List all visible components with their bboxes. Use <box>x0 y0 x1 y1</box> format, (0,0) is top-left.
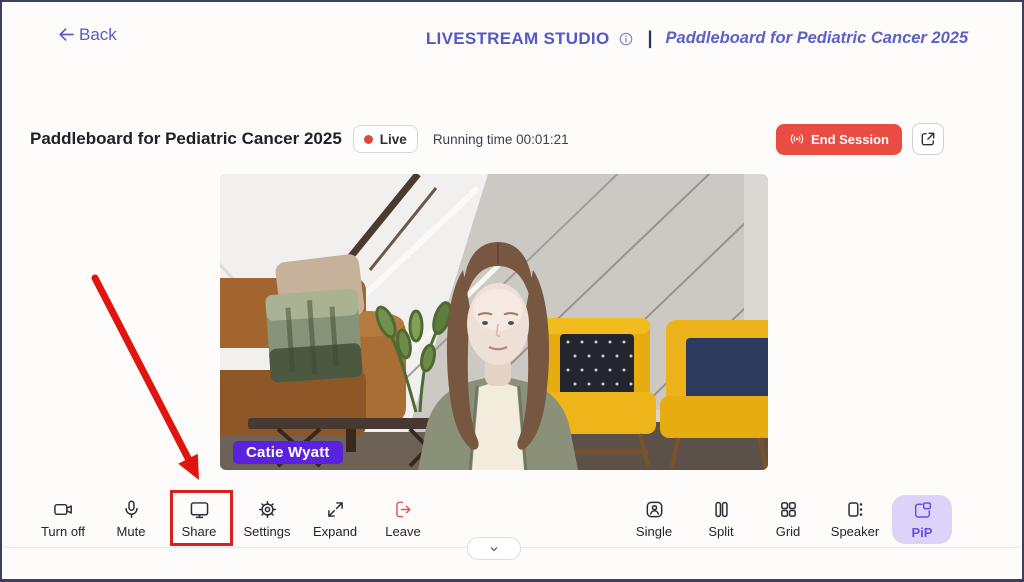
pip-layout-icon <box>912 500 933 521</box>
back-label: Back <box>79 25 117 45</box>
session-title: Paddleboard for Pediatric Cancer 2025 <box>30 129 342 149</box>
chevron-down-icon <box>487 542 501 556</box>
header-title-group: LIVESTREAM STUDIO | Paddleboard for Pedi… <box>392 28 1002 49</box>
split-layout-icon <box>711 499 732 520</box>
collapse-toolbar-button[interactable] <box>467 537 521 560</box>
event-title: Paddleboard for Pediatric Cancer 2025 <box>666 29 969 48</box>
live-dot-icon <box>364 135 373 144</box>
webcam-video-scene <box>220 174 768 470</box>
toolbar-item-label: Turn off <box>41 524 85 539</box>
expand-button[interactable]: Expand <box>304 495 366 539</box>
title-separator: | <box>643 28 656 49</box>
participant-name-tag: Catie Wyatt <box>233 441 343 464</box>
toolbar-item-label: Leave <box>385 524 420 539</box>
external-link-icon <box>919 130 937 148</box>
toolbar-right-group: Single Split Grid Sp <box>624 495 952 544</box>
turn-off-camera-button[interactable]: Turn off <box>32 495 94 539</box>
leave-button[interactable]: Leave <box>372 495 434 539</box>
layout-split-button[interactable]: Split <box>691 495 751 539</box>
microphone-icon <box>121 499 142 520</box>
end-session-button[interactable]: End Session <box>776 124 902 155</box>
screen-share-icon <box>189 499 210 520</box>
layout-single-button[interactable]: Single <box>624 495 684 539</box>
expand-icon <box>325 499 346 520</box>
layout-speaker-button[interactable]: Speaker <box>825 495 885 539</box>
live-label: Live <box>380 132 407 147</box>
toolbar-item-label: Speaker <box>831 524 879 539</box>
layout-grid-button[interactable]: Grid <box>758 495 818 539</box>
speaker-layout-icon <box>845 499 866 520</box>
grid-layout-icon <box>778 499 799 520</box>
live-status-badge: Live <box>353 125 418 153</box>
livestream-studio-window: Back LIVESTREAM STUDIO | Paddleboard for… <box>0 0 1024 582</box>
toolbar-item-label: Single <box>636 524 672 539</box>
toolbar-item-label: Mute <box>117 524 146 539</box>
camera-icon <box>53 499 74 520</box>
end-session-label: End Session <box>811 132 889 147</box>
single-layout-icon <box>644 499 665 520</box>
toolbar-item-label: Settings <box>244 524 291 539</box>
toolbar-item-label: Grid <box>776 524 801 539</box>
layout-pip-button[interactable]: PiP <box>892 495 952 544</box>
running-time: Running time 00:01:21 <box>433 132 569 147</box>
session-bar: Paddleboard for Pediatric Cancer 2025 Li… <box>30 123 944 155</box>
toolbar-item-label: Split <box>708 524 733 539</box>
toolbar-left-group: Turn off Mute Share Se <box>32 495 434 539</box>
mute-button[interactable]: Mute <box>100 495 162 539</box>
broadcast-icon <box>789 131 805 147</box>
back-arrow-icon <box>56 24 77 45</box>
toolbar-item-label: Expand <box>313 524 357 539</box>
video-tile: Catie Wyatt <box>220 174 768 470</box>
leave-icon <box>393 499 414 520</box>
settings-button[interactable]: Settings <box>236 495 298 539</box>
gear-icon <box>257 499 278 520</box>
studio-title: LIVESTREAM STUDIO <box>426 29 610 49</box>
toolbar-item-label: Share <box>182 524 217 539</box>
share-button[interactable]: Share <box>168 495 230 539</box>
info-icon[interactable] <box>618 31 634 47</box>
back-button[interactable]: Back <box>56 24 117 45</box>
open-in-new-button[interactable] <box>912 123 944 155</box>
toolbar-item-label: PiP <box>912 525 933 540</box>
